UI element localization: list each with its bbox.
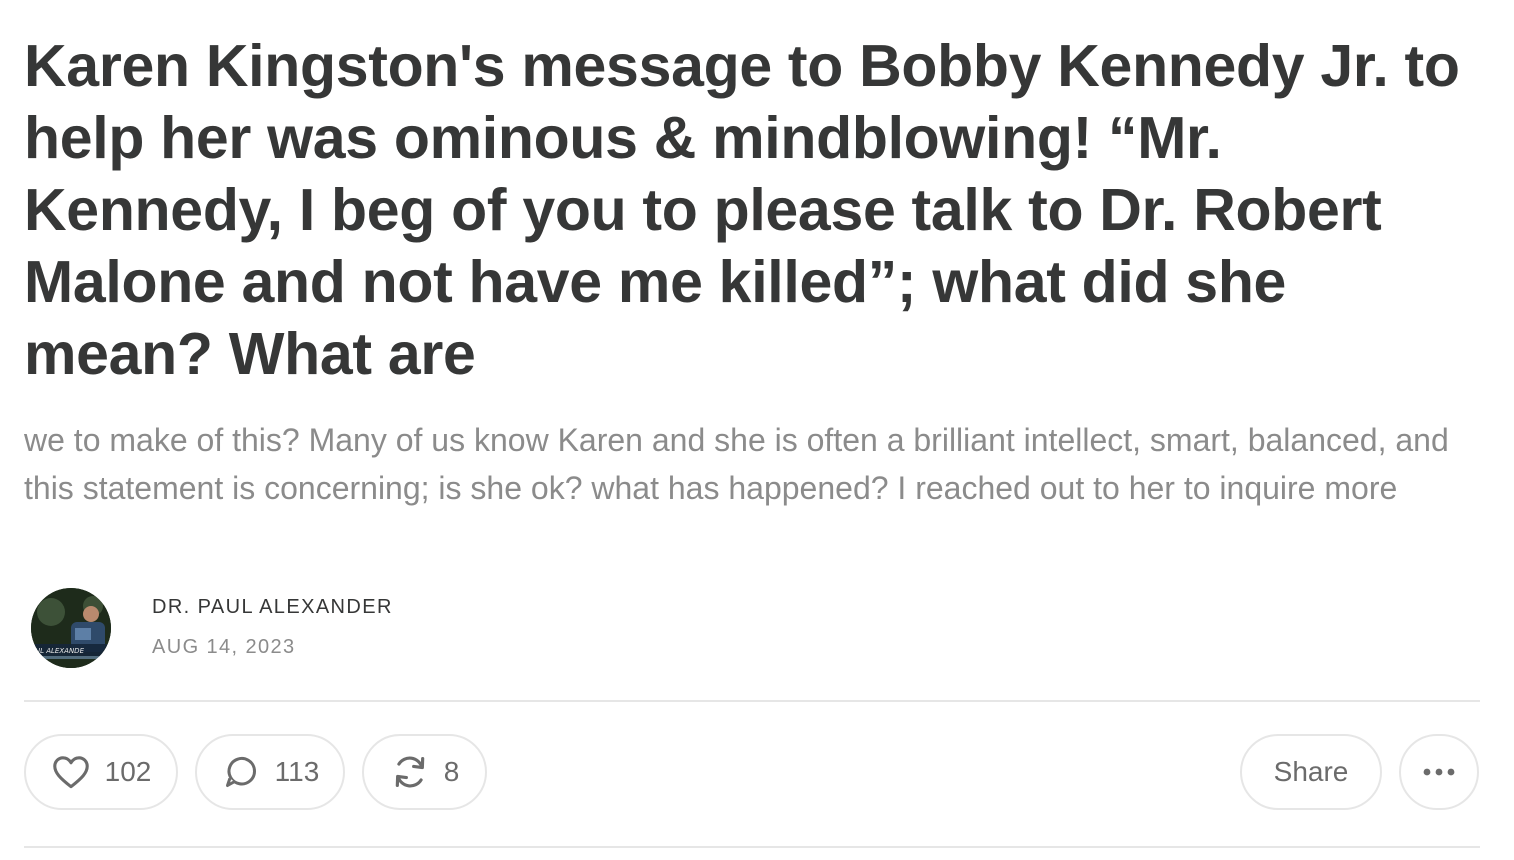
- restack-button[interactable]: 8: [362, 734, 487, 810]
- byline: UL ALEXANDE DR. PAUL ALEXANDER AUG 14, 2…: [31, 588, 631, 668]
- post-subtitle: we to make of this? Many of us know Kare…: [24, 422, 1449, 506]
- author-name[interactable]: DR. PAUL ALEXANDER: [152, 596, 393, 619]
- post-date: AUG 14, 2023: [152, 636, 296, 658]
- more-options-button[interactable]: [1399, 734, 1479, 810]
- heart-icon: [51, 752, 91, 792]
- ellipsis-icon: [1419, 752, 1459, 792]
- author-avatar[interactable]: UL ALEXANDE: [31, 588, 111, 668]
- comment-button[interactable]: 113: [195, 734, 345, 810]
- speech-bubble-icon: [221, 752, 261, 792]
- restack-count: 8: [443, 756, 460, 787]
- post-header: Karen Kingston's message to Bobby Kenned…: [24, 30, 1480, 512]
- share-label: Share: [1273, 756, 1349, 787]
- post-actions: 102 113 8 Share: [24, 734, 1480, 814]
- restack-arrows-icon: [390, 752, 430, 792]
- avatar-caption: UL ALEXANDE: [35, 647, 85, 655]
- comment-count: 113: [274, 756, 320, 787]
- divider: [24, 846, 1480, 848]
- like-count: 102: [104, 756, 152, 787]
- post-title: Karen Kingston's message to Bobby Kenned…: [24, 33, 1460, 387]
- divider: [24, 700, 1480, 702]
- avatar-image: UL ALEXANDE: [31, 588, 111, 668]
- like-button[interactable]: 102: [24, 734, 178, 810]
- share-button[interactable]: Share: [1240, 734, 1382, 810]
